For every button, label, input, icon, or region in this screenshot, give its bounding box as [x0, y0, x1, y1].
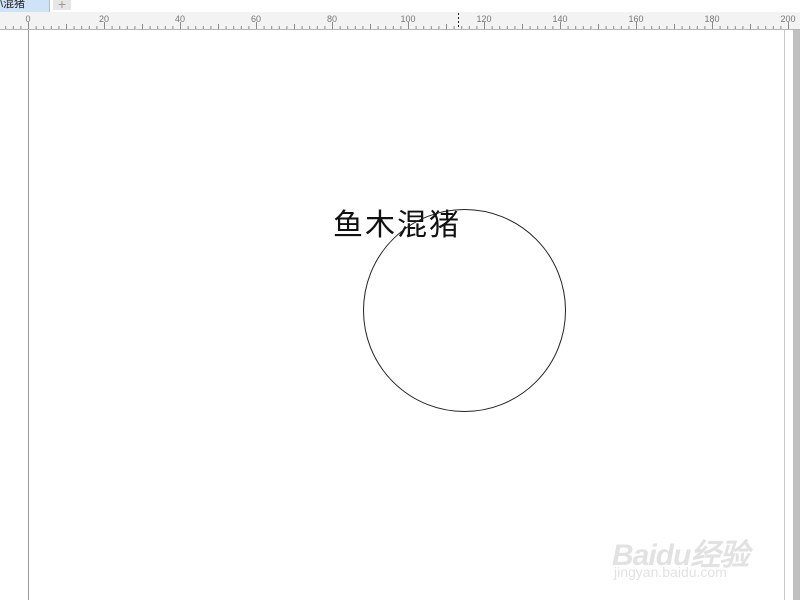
new-tab-button[interactable]: +	[53, 0, 71, 12]
baidu-jingyan-watermark: Baidu经验 jingyan.baidu.com	[612, 512, 762, 582]
ruler-label: 180	[704, 14, 719, 24]
ruler-label: 160	[628, 14, 643, 24]
horizontal-ruler[interactable]: 0 20 40 60 80 100 120 140 160 180 200	[0, 12, 800, 30]
tab-strip: \混猪 +	[0, 0, 800, 12]
ruler-label: 140	[552, 14, 567, 24]
editor-window: \混猪 + 0 20 40 60 80 100 120 140 160 180 200 鱼木混猪 B…	[0, 0, 800, 600]
tab-document-label: \混猪	[0, 0, 26, 10]
ruler-label: 20	[99, 14, 109, 24]
ruler-scale: 0 20 40 60 80 100 120 140 160 180 200	[5, 13, 796, 29]
vertical-scrollbar[interactable]	[793, 30, 800, 600]
ruler-label: 100	[400, 14, 415, 24]
watermark-url: jingyan.baidu.com	[614, 564, 727, 580]
ruler-label: 60	[251, 14, 261, 24]
ruler-label: 0	[25, 14, 30, 24]
plus-icon: +	[57, 0, 67, 12]
ruler-label: 40	[175, 14, 185, 24]
ruler-label: 120	[476, 14, 491, 24]
page-margin-left	[28, 30, 29, 600]
ruler-label: 200	[780, 14, 795, 24]
circle-shape[interactable]	[363, 209, 566, 412]
ruler-label: 80	[327, 14, 337, 24]
tab-document[interactable]: \混猪	[0, 0, 50, 12]
page-margin-right	[784, 30, 785, 600]
